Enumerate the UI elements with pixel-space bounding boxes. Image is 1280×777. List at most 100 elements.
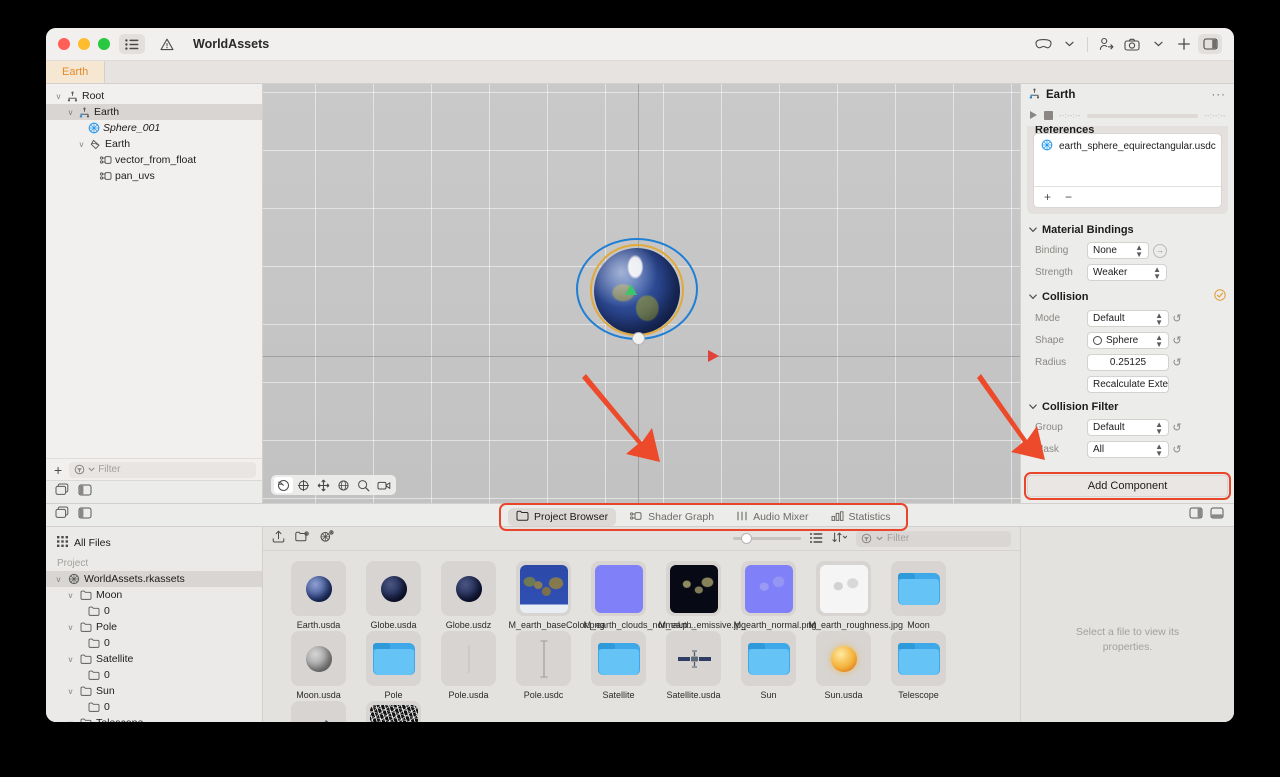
asset-item[interactable]: Sun bbox=[731, 631, 806, 701]
outliner-filter-input[interactable]: Filter bbox=[69, 461, 256, 478]
reset-collision-mode-button[interactable]: ↺ bbox=[1169, 312, 1185, 325]
reset-filter-group-button[interactable]: ↺ bbox=[1169, 421, 1185, 434]
browser-row-worldassets[interactable]: v WorldAssets.rkassets bbox=[46, 571, 262, 587]
left-panel-icon[interactable] bbox=[78, 506, 92, 524]
goto-binding-button[interactable]: → bbox=[1153, 243, 1167, 258]
browser-row-satellite-0[interactable]: 0 bbox=[46, 667, 262, 683]
browser-row-sun-0[interactable]: 0 bbox=[46, 699, 262, 715]
binding-select[interactable]: None ▲ ▼ bbox=[1087, 242, 1149, 259]
plus-icon[interactable] bbox=[1172, 34, 1196, 54]
add-component-button[interactable]: Add Component bbox=[1024, 472, 1231, 500]
maximize-button[interactable] bbox=[98, 38, 110, 50]
browser-row-telescope[interactable]: v Telescope bbox=[46, 715, 262, 722]
browser-row-satellite[interactable]: v Satellite bbox=[46, 651, 262, 667]
select-tool[interactable] bbox=[294, 477, 313, 493]
asset-item[interactable]: Pole.usdc bbox=[506, 631, 581, 701]
stop-button[interactable] bbox=[1044, 107, 1053, 125]
browser-row-moon[interactable]: v Moon bbox=[46, 587, 262, 603]
all-files-item[interactable]: All Files bbox=[46, 534, 262, 551]
chevron-down-icon[interactable]: v bbox=[54, 575, 63, 584]
chevron-down-icon[interactable]: v bbox=[66, 623, 75, 632]
browser-row-moon-0[interactable]: 0 bbox=[46, 603, 262, 619]
asset-item[interactable]: Telescope bbox=[881, 631, 956, 701]
stepper-icon[interactable]: ▲ ▼ bbox=[1155, 333, 1163, 348]
orbit-tool[interactable] bbox=[274, 477, 293, 493]
chevron-down-icon[interactable] bbox=[1029, 291, 1037, 303]
list-view-icon[interactable] bbox=[810, 530, 823, 548]
asset-item[interactable]: M_earth_normal.png bbox=[731, 561, 817, 631]
browser-filter-input[interactable]: Filter bbox=[856, 530, 1011, 547]
outliner-add-button[interactable]: + bbox=[52, 462, 64, 478]
tab-earth[interactable]: Earth bbox=[46, 61, 106, 83]
right-panel-icon[interactable] bbox=[1189, 506, 1203, 524]
close-button[interactable] bbox=[58, 38, 70, 50]
chevron-down-icon[interactable]: v bbox=[66, 719, 75, 723]
asset-item[interactable]: M_earth_roughness.jpg bbox=[806, 561, 903, 631]
chevron-down-icon[interactable] bbox=[1057, 34, 1081, 54]
tab-shader-graph[interactable]: Shader Graph bbox=[622, 509, 722, 526]
reset-collision-radius-button[interactable]: ↺ bbox=[1169, 356, 1185, 369]
layout-panel-icon[interactable] bbox=[1198, 34, 1222, 54]
inspector-more-button[interactable]: ··· bbox=[1212, 89, 1227, 101]
tab-statistics[interactable]: Statistics bbox=[823, 509, 899, 526]
filter-mask-select[interactable]: All ▲ ▼ bbox=[1087, 441, 1169, 458]
asset-item[interactable]: Telescope.usda bbox=[281, 701, 356, 722]
collision-radius-input[interactable]: 0.25125 bbox=[1087, 354, 1169, 371]
stepper-icon[interactable]: ▲ ▼ bbox=[1153, 265, 1161, 280]
collision-shape-select[interactable]: Sphere ▲ ▼ bbox=[1087, 332, 1169, 349]
timeline-scrubber[interactable] bbox=[1086, 114, 1199, 118]
bottom-panel-icon[interactable] bbox=[1210, 506, 1224, 524]
new-folder-icon[interactable] bbox=[295, 530, 309, 548]
chevron-down-icon[interactable] bbox=[1029, 224, 1037, 236]
asset-item[interactable]: Earth.usda bbox=[281, 561, 356, 631]
3d-viewport[interactable] bbox=[263, 84, 1020, 503]
gizmo-y-axis-arrow[interactable] bbox=[625, 284, 637, 295]
duplicate-panel-icon[interactable] bbox=[55, 506, 69, 524]
slider-knob[interactable] bbox=[741, 533, 752, 544]
outliner-row-vector-from-float[interactable]: vector_from_float bbox=[46, 152, 262, 168]
remove-reference-button[interactable]: − bbox=[1065, 190, 1072, 204]
outliner-row-pan-uvs[interactable]: pan_uvs bbox=[46, 168, 262, 184]
chevron-down-icon[interactable]: v bbox=[54, 92, 63, 101]
zoom-tool[interactable] bbox=[354, 477, 373, 493]
chevron-down-icon[interactable]: v bbox=[66, 591, 75, 600]
asset-item[interactable]: Globe.usda bbox=[356, 561, 431, 631]
collision-filter-header[interactable]: Collision Filter bbox=[1027, 397, 1228, 418]
camera-tool[interactable] bbox=[374, 477, 393, 493]
asset-item[interactable]: Pole.usda bbox=[431, 631, 506, 701]
duplicate-panel-icon[interactable] bbox=[55, 483, 69, 501]
tab-project-browser[interactable]: Project Browser bbox=[508, 508, 617, 526]
gizmo-x-axis-arrow[interactable] bbox=[708, 350, 719, 362]
asset-item[interactable]: M_earth_emissive.jpg bbox=[656, 561, 746, 631]
outliner-row-sphere-001[interactable]: Sphere_001 bbox=[46, 120, 262, 136]
outliner-row-earth-material[interactable]: v Earth bbox=[46, 136, 262, 152]
outliner-row-earth[interactable]: v Earth bbox=[46, 104, 262, 120]
chevron-down-icon[interactable]: v bbox=[66, 655, 75, 664]
collision-mode-select[interactable]: Default ▲ ▼ bbox=[1087, 310, 1169, 327]
chevron-down-icon[interactable]: v bbox=[77, 140, 86, 149]
asset-item[interactable]: Satellite bbox=[581, 631, 656, 701]
asset-item[interactable]: Sun.usda bbox=[806, 631, 881, 701]
import-icon[interactable] bbox=[272, 530, 285, 548]
vision-pro-icon[interactable] bbox=[1031, 34, 1055, 54]
play-button[interactable] bbox=[1029, 107, 1038, 125]
rotate-tool[interactable] bbox=[334, 477, 353, 493]
move-tool[interactable] bbox=[314, 477, 333, 493]
reset-filter-mask-button[interactable]: ↺ bbox=[1169, 443, 1185, 456]
sidebar-list-icon[interactable] bbox=[119, 34, 145, 54]
browser-row-pole[interactable]: v Pole bbox=[46, 619, 262, 635]
stepper-icon[interactable]: ▲ ▼ bbox=[1155, 420, 1163, 435]
filter-group-select[interactable]: Default ▲ ▼ bbox=[1087, 419, 1169, 436]
stepper-icon[interactable]: ▲ ▼ bbox=[1135, 243, 1143, 258]
asset-item[interactable]: earthClouds_opacity.png bbox=[356, 701, 431, 722]
add-reference-button[interactable]: + bbox=[1044, 190, 1051, 204]
chevron-down-icon[interactable] bbox=[1029, 401, 1037, 413]
stepper-icon[interactable]: ▲ ▼ bbox=[1155, 442, 1163, 457]
minimize-button[interactable] bbox=[78, 38, 90, 50]
collision-header[interactable]: Collision bbox=[1027, 285, 1228, 309]
references-listbox[interactable]: earth_sphere_equirectangular.usdc + − bbox=[1033, 133, 1222, 208]
chevron-down-icon[interactable]: v bbox=[66, 687, 75, 696]
camera-icon[interactable] bbox=[1120, 34, 1144, 54]
reference-item[interactable]: earth_sphere_equirectangular.usdc bbox=[1034, 134, 1221, 159]
browser-row-pole-0[interactable]: 0 bbox=[46, 635, 262, 651]
